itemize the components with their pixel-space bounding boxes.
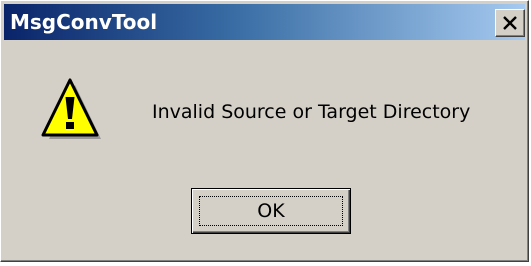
close-button[interactable] xyxy=(495,9,525,37)
window-title: MsgConvTool xyxy=(10,10,158,34)
dialog-message: Invalid Source or Target Directory xyxy=(152,101,471,123)
ok-button[interactable]: OK xyxy=(191,188,351,234)
warning-icon xyxy=(41,77,103,143)
close-icon xyxy=(503,16,517,30)
message-box-window: MsgConvTool Invalid Source or Target Dir… xyxy=(0,0,529,262)
title-bar[interactable]: MsgConvTool xyxy=(4,4,525,40)
ok-button-label: OK xyxy=(257,200,285,222)
